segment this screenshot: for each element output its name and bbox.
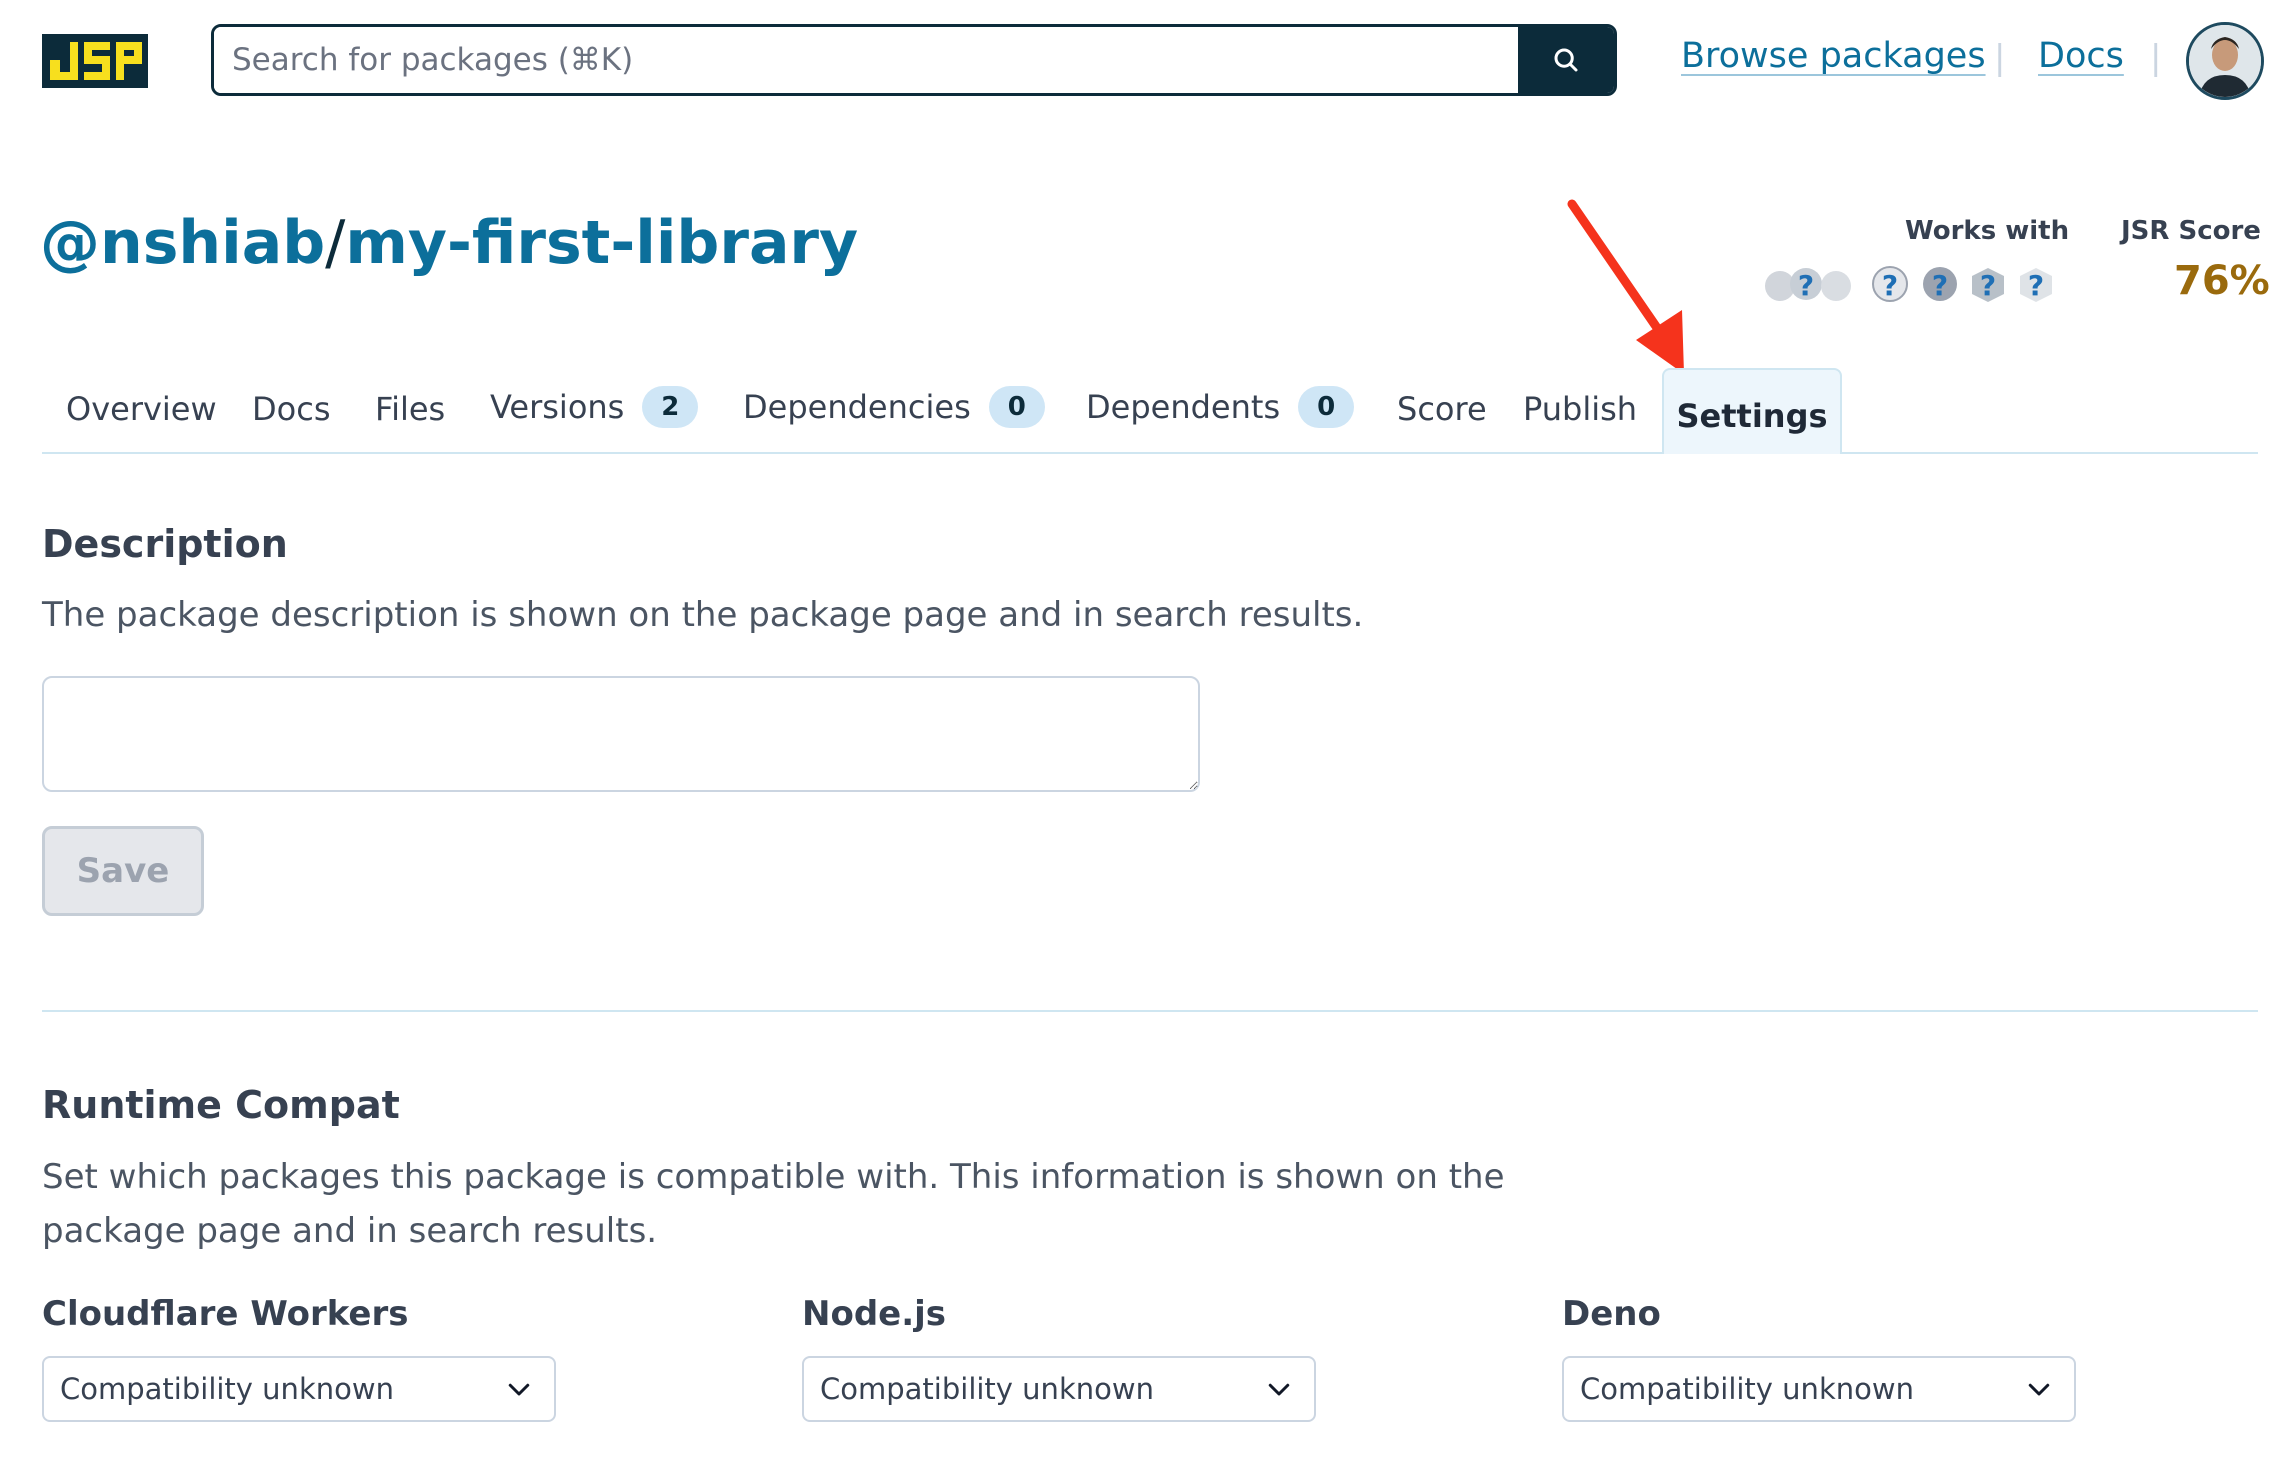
tab-settings[interactable]: Settings bbox=[1662, 368, 1842, 454]
tab-label: Files bbox=[375, 390, 446, 428]
dependencies-count-badge: 0 bbox=[988, 386, 1045, 428]
chevron-down-icon bbox=[1268, 1383, 1290, 1396]
svg-text:?: ? bbox=[1932, 269, 1948, 302]
nodejs-label: Node.js bbox=[802, 1294, 947, 1334]
browse-packages-link[interactable]: Browse packages bbox=[1681, 36, 1986, 76]
browsers-unknown-icon: ? bbox=[1765, 268, 1851, 302]
jsr-logo[interactable] bbox=[42, 34, 148, 88]
user-avatar[interactable] bbox=[2186, 22, 2264, 100]
select-value: Compatibility unknown bbox=[60, 1372, 394, 1406]
tab-dependencies[interactable]: Dependencies 0 bbox=[743, 386, 1045, 428]
deno-select[interactable]: Compatibility unknown bbox=[1562, 1356, 2076, 1422]
svg-text:?: ? bbox=[1882, 269, 1898, 302]
annotation-arrow-icon bbox=[1567, 199, 1684, 374]
tab-files[interactable]: Files bbox=[375, 390, 445, 428]
svg-text:?: ? bbox=[2028, 269, 2044, 302]
tab-docs[interactable]: Docs bbox=[252, 390, 330, 428]
tab-label: Dependents bbox=[1086, 388, 1281, 426]
package-tabs: Overview Docs Files Versions 2 Dependenci… bbox=[42, 368, 2258, 454]
package-search bbox=[211, 24, 1617, 96]
chevron-down-icon bbox=[2028, 1383, 2050, 1396]
cloudflare-workers-label: Cloudflare Workers bbox=[42, 1294, 409, 1334]
tab-label: Score bbox=[1397, 390, 1487, 428]
docs-link[interactable]: Docs bbox=[2038, 36, 2124, 76]
tab-label: Dependencies bbox=[743, 388, 971, 426]
description-heading: Description bbox=[42, 522, 288, 566]
tab-label: Settings bbox=[1676, 397, 1828, 435]
jsr-score-label: JSR Score bbox=[2121, 216, 2261, 246]
search-button[interactable] bbox=[1518, 27, 1614, 93]
works-with-label: Works with bbox=[1905, 216, 2070, 246]
package-title: @nshiab/my-first-library bbox=[40, 208, 858, 278]
tab-label: Overview bbox=[66, 390, 217, 428]
cloudflare-unknown-icon: ? bbox=[2020, 268, 2052, 302]
deno-unknown-icon: ? bbox=[1872, 266, 1908, 302]
runtime-compat-help-line2: package page and in search results. bbox=[42, 1211, 658, 1251]
jsr-score-value[interactable]: 76% bbox=[2174, 258, 2270, 304]
search-icon bbox=[1554, 48, 1578, 72]
cloudflare-workers-select[interactable]: Compatibility unknown bbox=[42, 1356, 556, 1422]
save-button[interactable]: Save bbox=[42, 826, 204, 916]
tab-versions[interactable]: Versions 2 bbox=[490, 386, 699, 428]
section-divider bbox=[42, 1010, 2258, 1012]
select-value: Compatibility unknown bbox=[820, 1372, 1154, 1406]
versions-count-badge: 2 bbox=[642, 386, 699, 428]
bun-unknown-icon: ? bbox=[1972, 268, 2004, 302]
dependents-count-badge: 0 bbox=[1298, 386, 1355, 428]
runtime-compat-heading: Runtime Compat bbox=[42, 1083, 400, 1127]
description-textarea[interactable] bbox=[42, 676, 1200, 792]
package-name: my-first-library bbox=[345, 208, 859, 278]
package-scope-link[interactable]: @nshiab bbox=[40, 208, 325, 278]
avatar-image bbox=[2189, 25, 2261, 97]
chevron-down-icon bbox=[508, 1383, 530, 1396]
search-input[interactable] bbox=[214, 27, 1518, 93]
nav-separator: | bbox=[2150, 38, 2162, 78]
tab-dependents[interactable]: Dependents 0 bbox=[1086, 386, 1355, 428]
tab-label: Docs bbox=[252, 390, 331, 428]
node-unknown-icon: ? bbox=[1923, 267, 1957, 302]
runtime-compat-help-line1: Set which packages this package is compa… bbox=[42, 1157, 1505, 1197]
tab-label: Publish bbox=[1523, 390, 1638, 428]
description-help-text: The package description is shown on the … bbox=[42, 595, 1364, 635]
nav-separator: | bbox=[1994, 38, 2006, 78]
tab-score[interactable]: Score bbox=[1397, 390, 1487, 428]
title-slash: / bbox=[325, 208, 346, 278]
svg-text:?: ? bbox=[1798, 269, 1814, 302]
tab-publish[interactable]: Publish bbox=[1523, 390, 1637, 428]
tab-label: Versions bbox=[490, 388, 625, 426]
nodejs-select[interactable]: Compatibility unknown bbox=[802, 1356, 1316, 1422]
runtime-compat-icons: ? ? ? ? ? bbox=[1765, 266, 2052, 302]
deno-label: Deno bbox=[1562, 1294, 1661, 1334]
tab-overview[interactable]: Overview bbox=[66, 390, 217, 428]
svg-text:?: ? bbox=[1980, 269, 1996, 302]
select-value: Compatibility unknown bbox=[1580, 1372, 1914, 1406]
